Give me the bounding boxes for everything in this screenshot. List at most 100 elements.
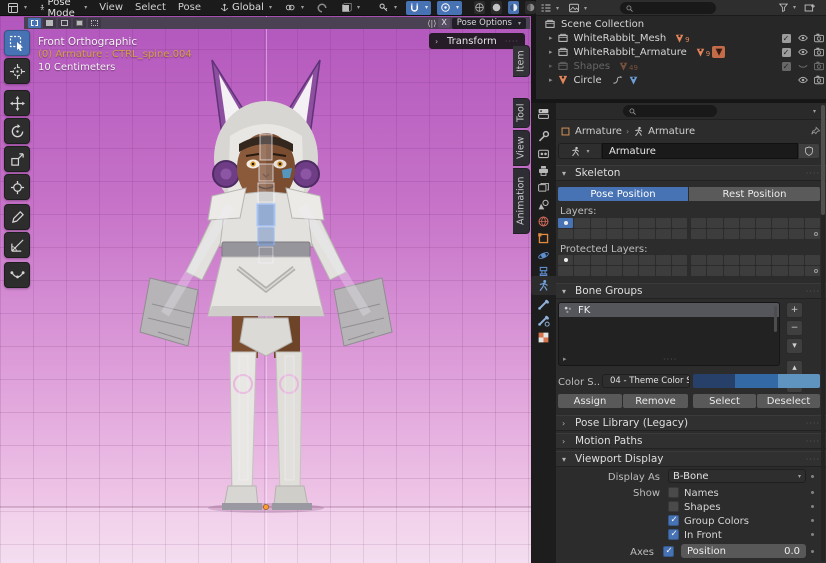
select-mode-extend[interactable] — [43, 18, 56, 28]
select-button[interactable]: Select — [693, 394, 756, 408]
menu-pose[interactable]: Pose — [175, 2, 204, 13]
display-as-dropdown[interactable]: B-Bone ▾ — [668, 469, 806, 483]
breadcrumb-object[interactable]: Armature — [575, 126, 622, 137]
outliner-row-whiterabbit-mesh[interactable]: ▸ WhiteRabbit_Mesh 9 ✓ — [536, 31, 826, 45]
fake-user-button[interactable] — [798, 143, 820, 159]
keying-dropdown[interactable]: ▾ — [375, 1, 400, 15]
outliner-filter-button[interactable]: ▾ — [778, 2, 796, 13]
assign-button[interactable]: Assign — [558, 394, 622, 408]
tab-physics[interactable] — [531, 247, 556, 264]
tab-render[interactable] — [531, 145, 556, 162]
axes-position-slider[interactable]: Position 0.0 — [681, 544, 806, 558]
shading-solid-button[interactable] — [491, 1, 502, 14]
transform-panel-header[interactable]: › Transform ···· — [429, 33, 525, 49]
animate-dot[interactable] — [811, 491, 814, 494]
animate-dot[interactable] — [811, 505, 814, 508]
hide-viewport-toggle[interactable] — [797, 46, 809, 58]
color-normal-swatch[interactable] — [693, 374, 735, 388]
tab-tool[interactable] — [531, 128, 556, 145]
tool-rotate[interactable] — [4, 118, 30, 144]
show-shapes-checkbox[interactable] — [668, 501, 679, 512]
properties-options-dropdown[interactable]: ▾ — [813, 108, 816, 115]
tab-view-layer[interactable] — [531, 179, 556, 196]
new-collection-button[interactable] — [804, 2, 816, 14]
properties-scrollbar[interactable] — [821, 105, 825, 561]
armature-layers-grid-left[interactable] — [558, 218, 687, 239]
panel-header-skeleton[interactable]: ▾ Skeleton ···· — [556, 165, 826, 181]
drag-grip[interactable]: ···· — [806, 287, 820, 296]
tool-pose-breakdowner[interactable] — [4, 262, 30, 288]
menu-select[interactable]: Select — [132, 2, 169, 13]
panel-header-motion-paths[interactable]: › Motion Paths ···· — [556, 433, 826, 449]
animate-dot[interactable] — [811, 475, 814, 478]
disclosure-icon[interactable]: ▸ — [549, 62, 553, 70]
remove-bone-group-button[interactable]: − — [786, 320, 803, 336]
selectable-checkbox[interactable]: ✓ — [780, 32, 792, 44]
menu-view[interactable]: View — [96, 2, 126, 13]
remove-button[interactable]: Remove — [623, 394, 688, 408]
outliner-row-shapes[interactable]: ▸ Shapes 49 ✓ — [536, 59, 826, 73]
proportional-editing-toggle[interactable]: ▾ — [437, 1, 462, 15]
layer-cell-marker[interactable] — [805, 266, 820, 276]
id-type-dropdown[interactable]: ▾ — [558, 143, 602, 159]
hide-viewport-toggle[interactable] — [797, 74, 809, 86]
list-resize-grip[interactable]: ···· — [663, 355, 677, 364]
sidebar-tab-view[interactable]: View — [513, 130, 530, 166]
protected-layers-grid-right[interactable] — [691, 255, 820, 276]
animate-dot[interactable] — [811, 550, 814, 553]
tab-world[interactable] — [531, 213, 556, 230]
select-mode-set[interactable] — [28, 18, 41, 28]
transform-orientation-dropdown[interactable]: Global ▾ — [216, 1, 275, 15]
tab-bone[interactable] — [531, 296, 556, 313]
add-bone-group-button[interactable]: + — [786, 302, 803, 318]
group-colors-checkbox[interactable] — [668, 515, 679, 526]
selectable-checkbox[interactable]: ✓ — [780, 46, 792, 58]
datablock-name-field[interactable]: Armature — [602, 143, 798, 159]
hide-viewport-toggle[interactable] — [797, 32, 809, 44]
proportional-falloff-button[interactable] — [313, 1, 331, 15]
animate-dot[interactable] — [811, 519, 814, 522]
scrollbar-thumb[interactable] — [821, 105, 825, 215]
pivot-point-dropdown[interactable]: ▾ — [281, 1, 307, 15]
animate-dot[interactable] — [811, 533, 814, 536]
panel-header-pose-library[interactable]: › Pose Library (Legacy) ···· — [556, 415, 826, 431]
properties-editor-type-button[interactable] — [531, 105, 556, 122]
drag-grip[interactable]: ···· — [806, 437, 820, 446]
show-names-checkbox[interactable] — [668, 487, 679, 498]
hide-viewport-toggle[interactable] — [797, 60, 809, 72]
select-mode-invert[interactable] — [73, 18, 86, 28]
outliner-filter-id-dropdown[interactable]: ▾ — [568, 2, 587, 14]
disclosure-icon[interactable]: ▸ — [549, 34, 553, 42]
viewport-3d[interactable]: ⟨|⟩ X Pose Options ▾ Front Orthographic … — [0, 16, 531, 563]
select-mode-intersect[interactable] — [88, 18, 101, 28]
in-front-checkbox[interactable] — [668, 529, 679, 540]
disable-render-toggle[interactable] — [813, 46, 825, 58]
outliner-display-mode-dropdown[interactable]: ▾ — [540, 2, 559, 14]
layer-cell-marker[interactable] — [805, 229, 820, 239]
disable-render-toggle[interactable] — [813, 32, 825, 44]
color-select-swatch[interactable] — [735, 374, 777, 388]
bone-group-row-fk[interactable]: FK — [559, 303, 779, 317]
snap-target-dropdown[interactable]: ▾ — [337, 1, 363, 15]
outliner-row-whiterabbit-armature[interactable]: ▸ WhiteRabbit_Armature 9 ✓ — [536, 45, 826, 59]
selectable-checkbox[interactable]: ✓ — [780, 60, 792, 72]
sidebar-tab-item[interactable]: Item — [513, 45, 530, 77]
sidebar-tab-animation[interactable]: Animation — [513, 168, 530, 234]
properties-search-input[interactable] — [623, 105, 717, 117]
deselect-button[interactable]: Deselect — [757, 394, 820, 408]
tab-object[interactable] — [531, 230, 556, 247]
outliner-row-circle[interactable]: ▸ Circle — [536, 73, 826, 87]
protected-cell-active[interactable] — [558, 255, 573, 265]
shading-rendered-button[interactable] — [525, 1, 536, 14]
color-active-swatch[interactable] — [778, 374, 820, 388]
disable-render-toggle[interactable] — [813, 74, 825, 86]
axes-checkbox[interactable] — [663, 546, 674, 557]
shading-material-button[interactable] — [508, 1, 519, 14]
outliner-row-scene-collection[interactable]: Scene Collection — [536, 17, 826, 31]
tab-scene[interactable] — [531, 196, 556, 213]
drag-grip[interactable]: ···· — [806, 419, 820, 428]
protected-layers-grid-left[interactable] — [558, 255, 687, 276]
tab-output[interactable] — [531, 162, 556, 179]
color-set-preview[interactable] — [693, 374, 820, 388]
mirror-x-toggle[interactable]: X — [438, 18, 449, 28]
